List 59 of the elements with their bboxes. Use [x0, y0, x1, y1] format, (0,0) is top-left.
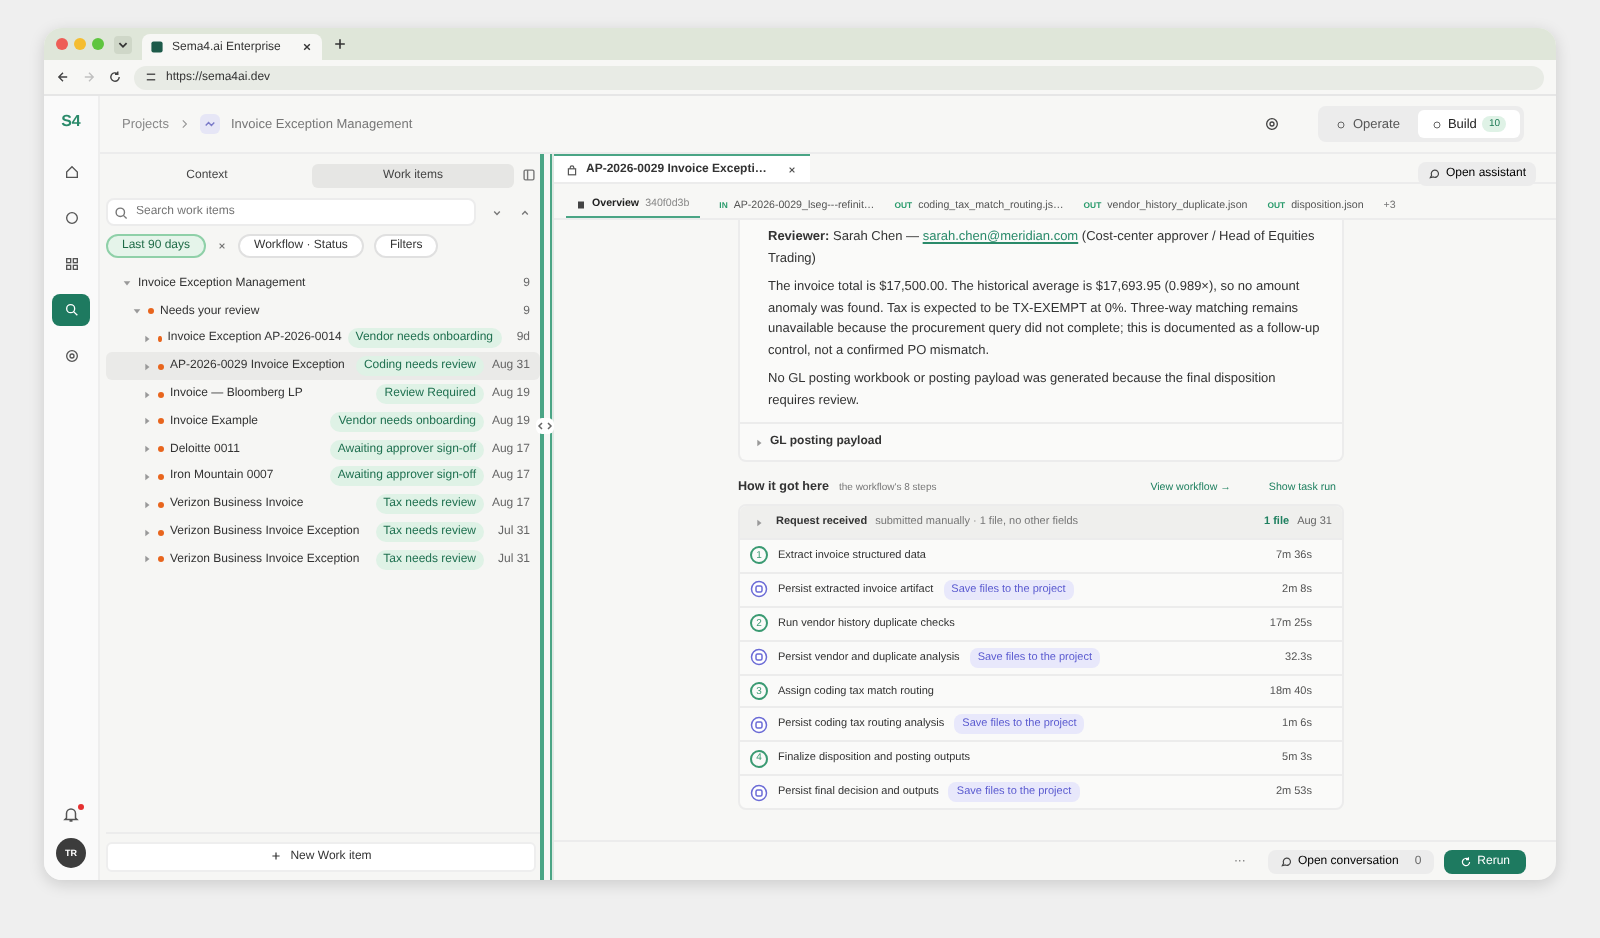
action-step-icon	[750, 715, 768, 734]
back-icon[interactable]	[56, 70, 70, 84]
reload-icon[interactable]	[108, 70, 122, 84]
project-icon	[200, 114, 221, 134]
sort-icon[interactable]	[490, 205, 504, 219]
bell-icon[interactable]	[62, 806, 80, 824]
caret-icon	[142, 361, 152, 372]
chevron-right-icon	[178, 118, 191, 130]
status-dot	[158, 501, 164, 508]
resize-handle-icon[interactable]	[536, 418, 554, 434]
mode-icon	[1336, 119, 1347, 129]
action-step-icon	[750, 783, 768, 802]
status-dot	[158, 418, 164, 425]
search-icon	[63, 302, 79, 318]
caret-icon	[142, 389, 152, 400]
caret-icon	[122, 278, 132, 289]
collapse-icon[interactable]	[518, 205, 532, 219]
circle-icon	[63, 210, 79, 226]
new-tab-icon[interactable]	[332, 36, 348, 52]
caret-icon	[142, 333, 152, 344]
home-icon	[63, 164, 79, 180]
status-dot	[148, 308, 154, 315]
gear-icon	[63, 348, 79, 364]
status-dot	[158, 363, 164, 370]
chat-icon	[1427, 167, 1440, 179]
document-icon	[576, 199, 586, 209]
caret-icon	[142, 554, 152, 565]
status-dot	[158, 556, 164, 563]
nav-search-button[interactable]	[52, 294, 90, 326]
search-icon	[114, 205, 128, 219]
status-dot	[158, 391, 164, 398]
settings-icon[interactable]	[1264, 116, 1281, 132]
caret-icon	[142, 416, 152, 427]
caret-icon	[142, 444, 152, 455]
caret-icon	[142, 499, 152, 510]
chat-icon	[1279, 855, 1292, 867]
status-dot	[158, 446, 164, 453]
status-dot	[158, 473, 164, 480]
refresh-icon	[1459, 855, 1472, 867]
action-step-icon	[750, 580, 768, 599]
close-window-icon[interactable]	[56, 38, 68, 50]
mode-icon	[1431, 119, 1442, 129]
favicon-icon	[150, 40, 164, 54]
logo[interactable]: S4	[61, 112, 81, 130]
clear-filter-icon[interactable]	[216, 240, 229, 252]
status-dot	[158, 529, 164, 536]
sidebar-toggle-icon[interactable]	[522, 168, 536, 182]
grid-icon	[63, 256, 79, 272]
action-step-icon	[750, 648, 768, 667]
caret-icon	[142, 527, 152, 538]
chevron-down-icon[interactable]	[114, 35, 132, 53]
site-settings-icon[interactable]	[144, 70, 158, 84]
lock-icon	[566, 163, 578, 175]
caret-icon	[754, 437, 764, 447]
caret-icon	[142, 471, 152, 482]
close-icon[interactable]	[786, 163, 799, 175]
caret-icon	[132, 306, 142, 317]
close-icon[interactable]	[300, 40, 314, 54]
plus-icon	[270, 850, 283, 863]
